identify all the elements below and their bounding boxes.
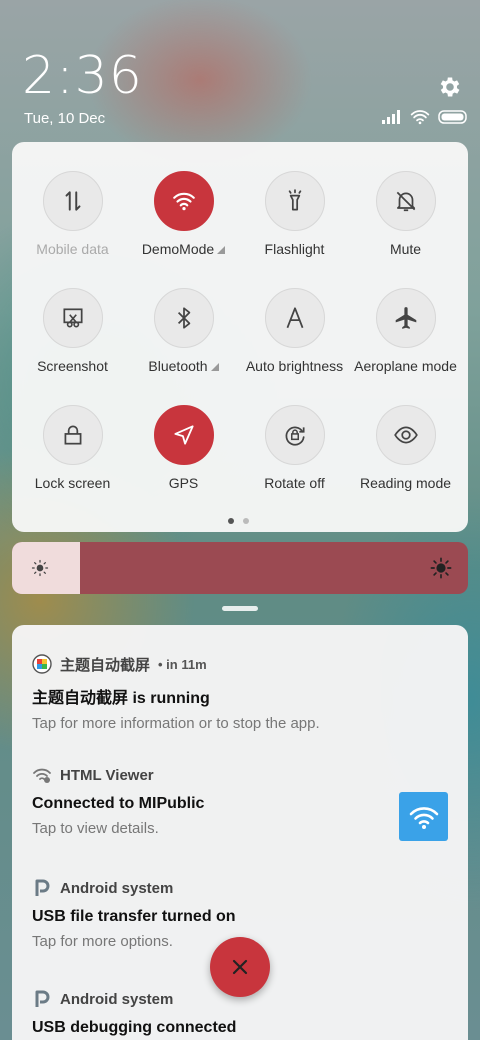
tile-reading-mode[interactable]: Reading mode [350, 405, 461, 515]
tile-aeroplane-mode[interactable]: Aeroplane mode [350, 288, 461, 398]
clear-all-button[interactable] [210, 937, 270, 997]
screenshot-icon[interactable] [42, 288, 103, 348]
notification-title: 主题自动截屏 is running [32, 690, 210, 707]
wifi-status-icon [410, 110, 430, 125]
tile-lock-screen[interactable]: Lock screen [17, 405, 128, 515]
android-system-icon [32, 878, 52, 898]
battery-icon [438, 110, 467, 124]
notification-title: USB file transfer turned on [32, 908, 236, 925]
page-dot[interactable] [228, 518, 234, 524]
quick-settings-panel: Mobile data DemoMode Flashlight Mute Scr… [12, 142, 468, 532]
tile-mobile-data[interactable]: Mobile data [17, 171, 128, 281]
tile-screenshot[interactable]: Screenshot [17, 288, 128, 398]
android-system-icon [32, 989, 52, 1009]
bluetooth-icon[interactable] [153, 288, 214, 348]
drag-handle[interactable] [222, 606, 258, 611]
tile-label: Flashlight [264, 241, 325, 257]
rotate-lock-icon[interactable] [264, 405, 325, 465]
notification-text: Tap for more information or to stop the … [32, 715, 320, 732]
tile-label: Screenshot [37, 358, 108, 374]
wifi-settings-icon [32, 765, 52, 785]
date-label[interactable]: Tue, 10 Dec [24, 110, 105, 127]
brightness-high-icon [430, 557, 452, 579]
tile-label: Mobile data [36, 241, 109, 257]
notification-app-name: 主题自动截屏 [60, 656, 151, 674]
location-icon[interactable] [153, 405, 214, 465]
notification-item[interactable]: 主题自动截屏 • in 11m 主题自动截屏 is running Tap fo… [32, 653, 452, 732]
auto-brightness-icon[interactable] [264, 288, 325, 348]
tile-mute[interactable]: Mute [350, 171, 461, 281]
tile-auto-brightness[interactable]: Auto brightness [239, 288, 350, 398]
notification-app-name: Android system [60, 990, 174, 1008]
expand-icon[interactable] [217, 246, 226, 254]
bell-off-icon[interactable] [375, 171, 436, 231]
page-indicator [228, 518, 249, 524]
page-dot[interactable] [243, 518, 249, 524]
expand-icon[interactable] [210, 363, 219, 371]
theme-app-icon [32, 654, 52, 674]
close-icon [232, 959, 248, 975]
notification-title: USB debugging connected [32, 1019, 237, 1036]
clock[interactable]: 2:36 [22, 46, 143, 106]
eye-icon[interactable] [375, 405, 436, 465]
airplane-icon[interactable] [375, 288, 436, 348]
tile-label: Rotate off [264, 475, 325, 491]
signal-icon [382, 110, 400, 124]
brightness-low-icon [31, 559, 49, 577]
notification-text: Tap to view details. [32, 820, 159, 837]
tile-label: Bluetooth [148, 358, 208, 374]
notification-app-name: Android system [60, 879, 174, 897]
settings-gear-icon[interactable] [437, 74, 463, 100]
tile-flashlight[interactable]: Flashlight [239, 171, 350, 281]
tile-label: Lock screen [34, 475, 111, 491]
tile-bluetooth[interactable]: Bluetooth [128, 288, 239, 398]
wifi-icon[interactable] [153, 171, 214, 231]
tile-label: Aeroplane mode [354, 358, 457, 374]
flashlight-icon[interactable] [264, 171, 325, 231]
lock-icon[interactable] [42, 405, 103, 465]
notification-item[interactable]: HTML Viewer Connected to MIPublic Tap to… [32, 764, 452, 838]
tile-label: DemoMode [141, 241, 215, 257]
wifi-large-icon [399, 792, 448, 841]
tile-label: Mute [389, 241, 422, 257]
notification-title: Connected to MIPublic [32, 795, 205, 812]
tile-label: Reading mode [359, 475, 452, 491]
mobile-data-icon[interactable] [42, 171, 103, 231]
notification-time: • in 11m [158, 656, 207, 672]
tile-label: GPS [168, 475, 199, 491]
notification-app-name: HTML Viewer [60, 766, 154, 784]
tile-rotate-off[interactable]: Rotate off [239, 405, 350, 515]
tile-gps[interactable]: GPS [128, 405, 239, 515]
status-icons [382, 108, 468, 126]
tile-label: Auto brightness [245, 358, 344, 374]
tile-demomode[interactable]: DemoMode [128, 171, 239, 281]
brightness-slider[interactable] [12, 542, 468, 594]
